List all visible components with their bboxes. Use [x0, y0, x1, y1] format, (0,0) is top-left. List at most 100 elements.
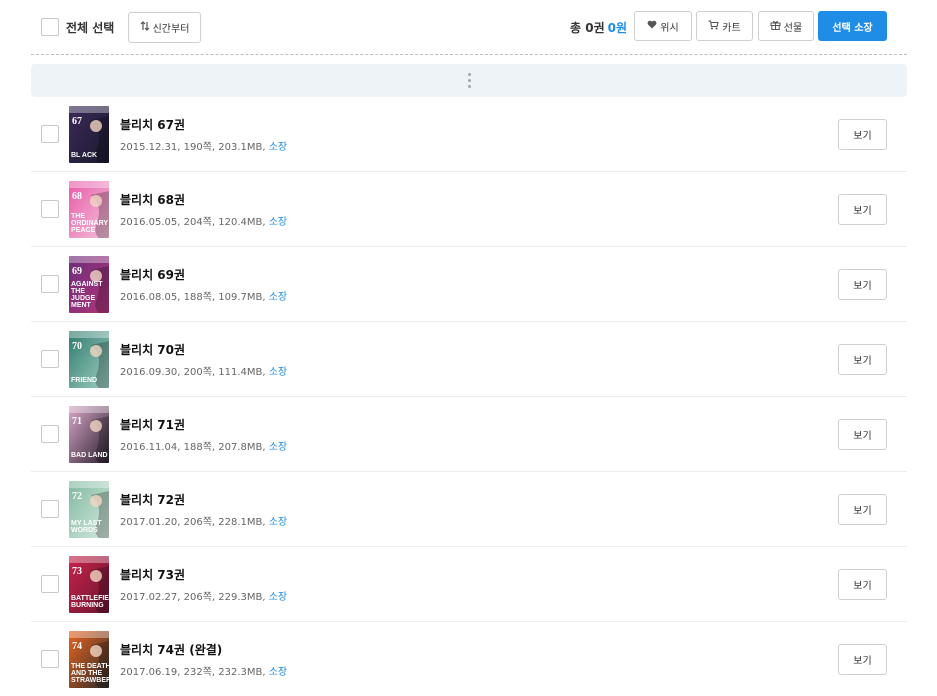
- book-row: 67 BL ACK 블리치 67권 2015.12.31, 190쪽, 203.…: [31, 97, 907, 172]
- book-row: 73 BATTLEFIELD BURNING 블리치 73권 2017.02.2…: [31, 547, 907, 622]
- cover-volume-number: 70: [72, 341, 82, 352]
- book-meta-info: 2017.01.20, 206쪽, 228.1MB,: [120, 517, 269, 528]
- book-row: 71 BAD LAND 블리치 71권 2016.11.04, 188쪽, 20…: [31, 397, 907, 472]
- book-checkbox[interactable]: [41, 500, 59, 518]
- view-button[interactable]: 보기: [838, 269, 887, 300]
- book-cover[interactable]: 74 THE DEATH AND THE STRAWBERRY: [69, 631, 109, 688]
- cover-volume-number: 71: [72, 416, 82, 427]
- book-title[interactable]: 블리치 70권: [120, 341, 185, 358]
- gift-label: 선물: [783, 22, 803, 34]
- book-meta: 2016.11.04, 188쪽, 207.8MB, 소장: [120, 438, 287, 453]
- owned-label: 소장: [268, 292, 288, 303]
- owned-label: 소장: [268, 517, 288, 528]
- book-title[interactable]: 블리치 69권: [120, 266, 185, 283]
- owned-label: 소장: [268, 667, 288, 678]
- gift-button[interactable]: 선물: [758, 11, 814, 41]
- book-cover[interactable]: 68 THE ORDINARY PEACE: [69, 181, 109, 238]
- book-meta: 2015.12.31, 190쪽, 203.1MB, 소장: [120, 138, 287, 153]
- heart-icon: [647, 20, 657, 32]
- view-button[interactable]: 보기: [838, 494, 887, 525]
- book-meta-info: 2017.06.19, 232쪽, 232.3MB,: [120, 667, 269, 678]
- reorder-handle-bar[interactable]: [31, 64, 907, 97]
- cover-subtitle: MY LAST WORDS: [71, 520, 102, 534]
- cart-icon: [708, 19, 720, 33]
- view-button[interactable]: 보기: [838, 419, 887, 450]
- cover-subtitle: BAD LAND: [71, 452, 108, 459]
- cover-subtitle: FRIEND: [71, 377, 98, 384]
- cover-volume-number: 69: [72, 266, 82, 277]
- book-meta: 2016.09.30, 200쪽, 111.4MB, 소장: [120, 363, 287, 378]
- cover-subtitle: BATTLEFIELD BURNING: [71, 595, 109, 609]
- book-title[interactable]: 블리치 74권 (완결): [120, 641, 222, 658]
- cover-subtitle: THE DEATH AND THE STRAWBERRY: [71, 663, 109, 684]
- cover-subtitle: AGAINST THE JUDGE MENT: [71, 281, 103, 309]
- gift-icon: [770, 20, 781, 33]
- selection-summary: 총 0권 0원: [570, 19, 627, 36]
- toolbar: 전체 선택 신간부터 총 0권 0원 위시 카트 선물 선택 소장: [0, 0, 937, 56]
- view-button[interactable]: 보기: [838, 119, 887, 150]
- view-button[interactable]: 보기: [838, 344, 887, 375]
- cover-volume-number: 67: [72, 116, 82, 127]
- cover-subtitle: BL ACK: [71, 152, 98, 159]
- view-button[interactable]: 보기: [838, 194, 887, 225]
- summary-count: 총 0권: [570, 21, 605, 35]
- book-meta-info: 2016.11.04, 188쪽, 207.8MB,: [120, 442, 269, 453]
- book-checkbox[interactable]: [41, 650, 59, 668]
- book-cover[interactable]: 72 MY LAST WORDS: [69, 481, 109, 538]
- book-checkbox[interactable]: [41, 275, 59, 293]
- book-meta: 2017.06.19, 232쪽, 232.3MB, 소장: [120, 663, 287, 678]
- cover-volume-number: 74: [72, 641, 82, 652]
- book-cover[interactable]: 73 BATTLEFIELD BURNING: [69, 556, 109, 613]
- book-cover[interactable]: 71 BAD LAND: [69, 406, 109, 463]
- book-title[interactable]: 블리치 68권: [120, 191, 185, 208]
- wish-button[interactable]: 위시: [634, 11, 692, 41]
- book-row: 69 AGAINST THE JUDGE MENT 블리치 69권 2016.0…: [31, 247, 907, 322]
- cover-volume-number: 72: [72, 491, 82, 502]
- owned-label: 소장: [268, 592, 288, 603]
- book-row: 74 THE DEATH AND THE STRAWBERRY 블리치 74권 …: [31, 622, 907, 696]
- summary-price: 0원: [607, 21, 627, 35]
- book-checkbox[interactable]: [41, 200, 59, 218]
- cover-volume-number: 73: [72, 566, 82, 577]
- book-cover[interactable]: 67 BL ACK: [69, 106, 109, 163]
- book-list: 67 BL ACK 블리치 67권 2015.12.31, 190쪽, 203.…: [31, 97, 907, 696]
- owned-label: 소장: [268, 442, 288, 453]
- toolbar-divider: [31, 54, 907, 55]
- sort-label: 신간부터: [152, 24, 190, 35]
- book-row: 70 FRIEND 블리치 70권 2016.09.30, 200쪽, 111.…: [31, 322, 907, 397]
- select-all-checkbox[interactable]: [41, 18, 59, 36]
- book-checkbox[interactable]: [41, 575, 59, 593]
- sort-button[interactable]: 신간부터: [128, 12, 201, 43]
- book-meta-info: 2017.02.27, 206쪽, 229.3MB,: [120, 592, 269, 603]
- book-row: 72 MY LAST WORDS 블리치 72권 2017.01.20, 206…: [31, 472, 907, 547]
- book-row: 68 THE ORDINARY PEACE 블리치 68권 2016.05.05…: [31, 172, 907, 247]
- drag-handle-icon: [467, 73, 471, 88]
- cover-subtitle: THE ORDINARY PEACE: [71, 213, 108, 234]
- book-title[interactable]: 블리치 71권: [120, 416, 185, 433]
- own-selected-button[interactable]: 선택 소장: [818, 11, 887, 41]
- book-cover[interactable]: 70 FRIEND: [69, 331, 109, 388]
- book-cover[interactable]: 69 AGAINST THE JUDGE MENT: [69, 256, 109, 313]
- book-meta: 2017.01.20, 206쪽, 228.1MB, 소장: [120, 513, 287, 528]
- view-button[interactable]: 보기: [838, 644, 887, 675]
- cart-button[interactable]: 카트: [696, 11, 753, 41]
- book-checkbox[interactable]: [41, 350, 59, 368]
- cover-volume-number: 68: [72, 191, 82, 202]
- book-checkbox[interactable]: [41, 125, 59, 143]
- book-meta-info: 2015.12.31, 190쪽, 203.1MB,: [120, 142, 269, 153]
- select-all-label: 전체 선택: [66, 21, 115, 35]
- book-title[interactable]: 블리치 73권: [120, 566, 185, 583]
- book-title[interactable]: 블리치 67권: [120, 116, 185, 133]
- book-checkbox[interactable]: [41, 425, 59, 443]
- book-meta-info: 2016.05.05, 204쪽, 120.4MB,: [120, 217, 269, 228]
- book-meta-info: 2016.08.05, 188쪽, 109.7MB,: [120, 292, 269, 303]
- owned-label: 소장: [268, 367, 288, 378]
- sort-arrows-icon: [140, 21, 150, 34]
- book-meta: 2016.08.05, 188쪽, 109.7MB, 소장: [120, 288, 287, 303]
- owned-label: 소장: [268, 142, 288, 153]
- book-title[interactable]: 블리치 72권: [120, 491, 185, 508]
- view-button[interactable]: 보기: [838, 569, 887, 600]
- cart-label: 카트: [722, 22, 741, 34]
- book-meta: 2016.05.05, 204쪽, 120.4MB, 소장: [120, 213, 287, 228]
- book-meta-info: 2016.09.30, 200쪽, 111.4MB,: [120, 367, 269, 378]
